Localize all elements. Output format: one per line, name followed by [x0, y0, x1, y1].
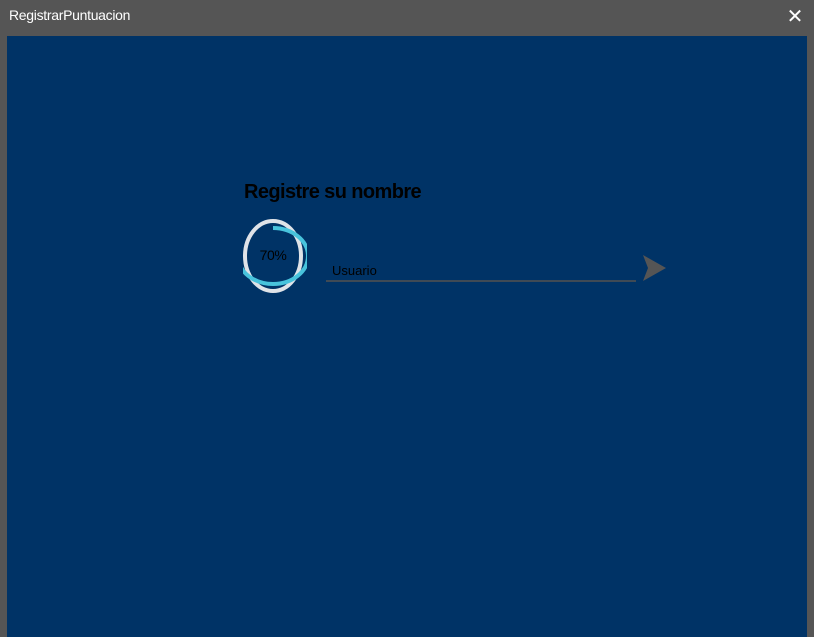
close-button[interactable]: ✕ — [784, 6, 806, 28]
window-title: RegistrarPuntuacion — [9, 7, 131, 23]
client-area: Registre su nombre 70% — [7, 36, 807, 637]
app-window: RegistrarPuntuacion ✕ Registre su nombre… — [0, 0, 814, 637]
title-bar: RegistrarPuntuacion ✕ — [0, 0, 814, 36]
send-icon[interactable] — [641, 255, 667, 281]
progress-label: 70% — [259, 247, 287, 263]
page-title: Registre su nombre — [244, 181, 422, 203]
username-input[interactable] — [326, 260, 636, 282]
